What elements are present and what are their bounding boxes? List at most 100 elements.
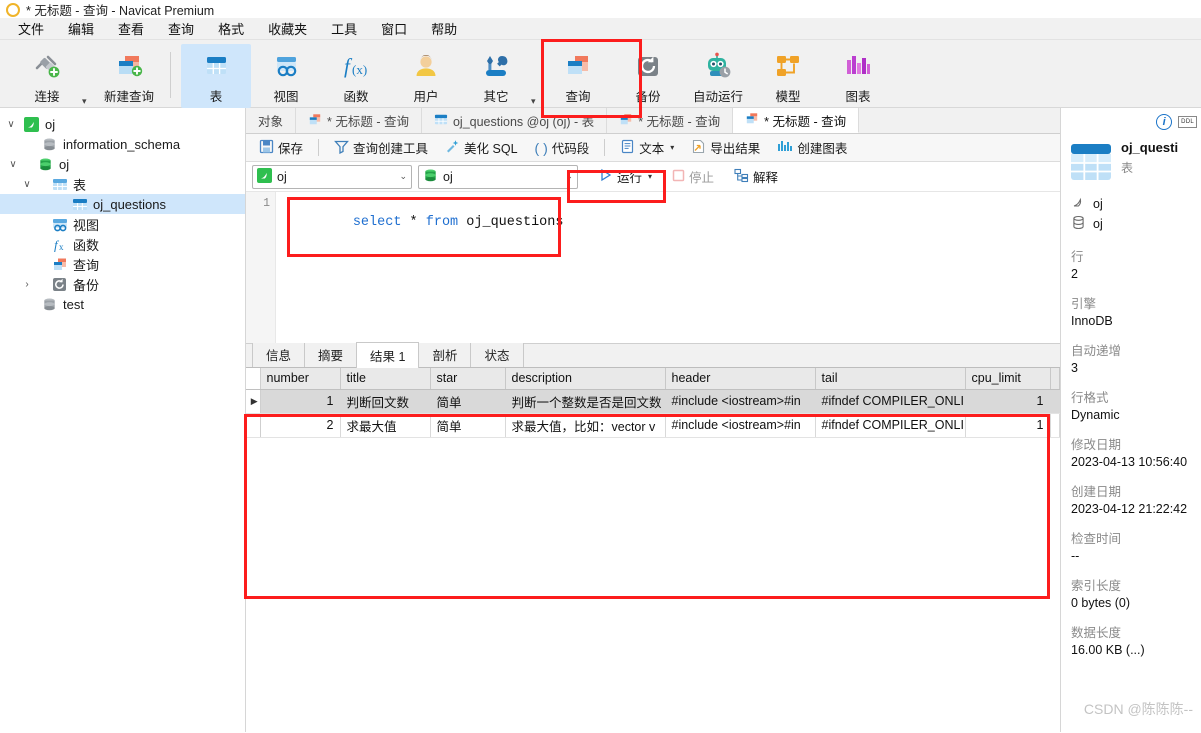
info-circle-icon[interactable]: i [1156,114,1173,130]
column-header-title[interactable]: title [340,368,431,390]
cell-title[interactable]: 求最大值 [340,413,431,438]
chevron-right-icon[interactable]: › [20,279,34,290]
export-result-button[interactable]: 导出结果 [684,136,767,159]
tab-untitled-query-3[interactable]: * 无标题 - 查询 [733,108,860,133]
cell-star[interactable]: 简单 [430,389,506,414]
object-tree[interactable]: ∨ oj information_schema ∨ oj ∨ 表 oj_ques… [0,108,246,732]
menu-item-view[interactable]: 查看 [106,17,156,40]
column-header-tail[interactable]: tail [815,368,966,390]
chevron-down-icon[interactable]: ⌄ [557,171,573,182]
explain-icon [734,168,749,186]
column-header-cpu-limit[interactable]: cpu_limit [965,368,1051,390]
menu-item-format[interactable]: 格式 [206,17,256,40]
result-grid[interactable]: number title star description header tai… [246,368,1060,639]
chevron-down-icon[interactable]: ∨ [20,179,34,190]
cell-number[interactable]: 2 [260,413,341,438]
toolbar-button-function[interactable]: f (x) 函数 [321,44,391,108]
cell-number[interactable]: 1 [260,389,341,414]
export-icon [691,139,706,157]
table-row[interactable]: 2 求最大值 简单 求最大值，比如：vector v #include <ios… [246,413,1060,438]
tree-item-queries[interactable]: 查询 [0,254,245,274]
tree-item-tables-folder[interactable]: ∨ 表 [0,174,245,194]
cell-star[interactable]: 简单 [430,413,506,438]
toolbar-button-connection[interactable]: 连接 [12,44,82,108]
toolbar-button-view[interactable]: 视图 [251,44,321,108]
sql-token-select: select [352,215,402,230]
toolbar-button-other[interactable]: 其它 [461,44,531,108]
cell-description[interactable]: 求最大值，比如：vector v [505,413,666,438]
connection-dropdown-caret-icon[interactable]: ▾ [82,96,94,107]
result-tab-result-1[interactable]: 结果 1 [356,342,420,368]
tree-item-functions[interactable]: f x 函数 [0,234,245,254]
toolbar-button-backup[interactable]: 备份 [613,44,683,108]
result-tab-profile[interactable]: 剖析 [418,341,472,367]
toolbar-button-model[interactable]: 模型 [753,44,823,108]
other-dropdown-caret-icon[interactable]: ▾ [531,96,543,107]
result-tab-summary[interactable]: 摘要 [304,341,358,367]
tree-item-information-schema[interactable]: information_schema [0,134,245,154]
column-header-star[interactable]: star [430,368,506,390]
tree-item-oj-questions[interactable]: oj_questions [0,194,245,214]
sql-editor[interactable]: 1 select * from oj_questions [246,192,1060,343]
cell-tail[interactable]: #ifndef COMPILER_ONLI [815,413,966,438]
info-prop-index-length: 索引长度 0 bytes (0) [1061,575,1201,610]
chevron-down-icon[interactable]: ⌄ [391,171,407,182]
cell-header[interactable]: #include <iostream>#in [665,389,816,414]
chevron-down-icon[interactable]: ∨ [6,159,20,170]
toolbar-button-chart[interactable]: 图表 [823,44,893,108]
cell-title[interactable]: 判断回文数 [340,389,431,414]
save-icon [259,139,274,157]
tree-item-backups[interactable]: › 备份 [0,274,245,294]
toolbar-button-table[interactable]: 表 [181,44,251,108]
tree-label: 备份 [73,277,100,293]
cell-cpu-limit[interactable]: 1 [965,389,1051,414]
tree-item-connection-oj[interactable]: ∨ oj [0,114,245,134]
cell-tail[interactable]: #ifndef COMPILER_ONLI [815,389,966,414]
tree-item-database-test[interactable]: test [0,294,245,314]
tab-untitled-query-1[interactable]: * 无标题 - 查询 [296,108,422,133]
tab-objects[interactable]: 对象 [246,108,297,133]
result-tab-status[interactable]: 状态 [470,341,524,367]
column-header-number[interactable]: number [260,368,341,390]
cell-filler [1050,413,1060,438]
menu-item-file[interactable]: 文件 [6,17,56,40]
text-view-button[interactable]: 文本 ▾ [613,136,681,159]
cell-header[interactable]: #include <iostream>#in [665,413,816,438]
toolbar-button-automation[interactable]: 自动运行 [683,44,753,108]
column-header-description[interactable]: description [505,368,666,390]
toolbar-button-new-query[interactable]: 新建查询 [94,44,164,108]
tree-item-database-oj[interactable]: ∨ oj [0,154,245,174]
menu-item-window[interactable]: 窗口 [369,17,419,40]
toolbar-button-user[interactable]: 用户 [391,44,461,108]
create-chart-button[interactable]: 创建图表 [770,136,854,159]
chevron-down-icon[interactable]: ∨ [4,119,18,130]
cell-description[interactable]: 判断一个整数是否是回文数 [505,389,666,414]
cell-cpu-limit[interactable]: 1 [965,413,1051,438]
chevron-down-icon[interactable]: ▾ [648,172,652,181]
save-button[interactable]: 保存 [252,136,310,159]
snippet-button[interactable]: ( ) 代码段 [528,136,597,159]
run-button[interactable]: 运行 ▾ [592,165,659,188]
tab-oj-questions-table[interactable]: oj_questions @oj (oj) - 表 [422,108,608,133]
tree-item-views[interactable]: 视图 [0,214,245,234]
result-tab-info[interactable]: 信息 [252,341,306,367]
toolbar-button-query[interactable]: 查询 [543,44,613,108]
tab-untitled-query-2[interactable]: * 无标题 - 查询 [607,108,734,133]
table-row[interactable]: ▶ 1 判断回文数 简单 判断一个整数是否是回文数 #include <iost… [246,389,1060,414]
menu-item-favorites[interactable]: 收藏夹 [256,17,319,40]
query-builder-button[interactable]: 查询创建工具 [327,136,435,159]
menu-item-edit[interactable]: 编辑 [56,17,106,40]
menu-item-help[interactable]: 帮助 [419,17,469,40]
beautify-sql-button[interactable]: 美化 SQL [438,136,525,159]
database-select[interactable]: oj ⌄ [418,164,578,189]
explain-button[interactable]: 解释 [727,165,785,188]
ddl-button[interactable]: DDL [1178,116,1197,128]
menu-item-query[interactable]: 查询 [156,17,206,40]
chevron-down-icon[interactable]: ▾ [670,143,674,152]
user-icon [411,50,441,82]
column-header-header[interactable]: header [665,368,816,390]
info-panel: i DDL oj_questi 表 oj oj 行 2 引擎 InnoDB 自动… [1060,108,1201,732]
connection-select[interactable]: oj ⌄ [252,164,412,189]
menu-item-tools[interactable]: 工具 [319,17,369,40]
sql-code-area[interactable]: select * from oj_questions [276,192,1060,343]
